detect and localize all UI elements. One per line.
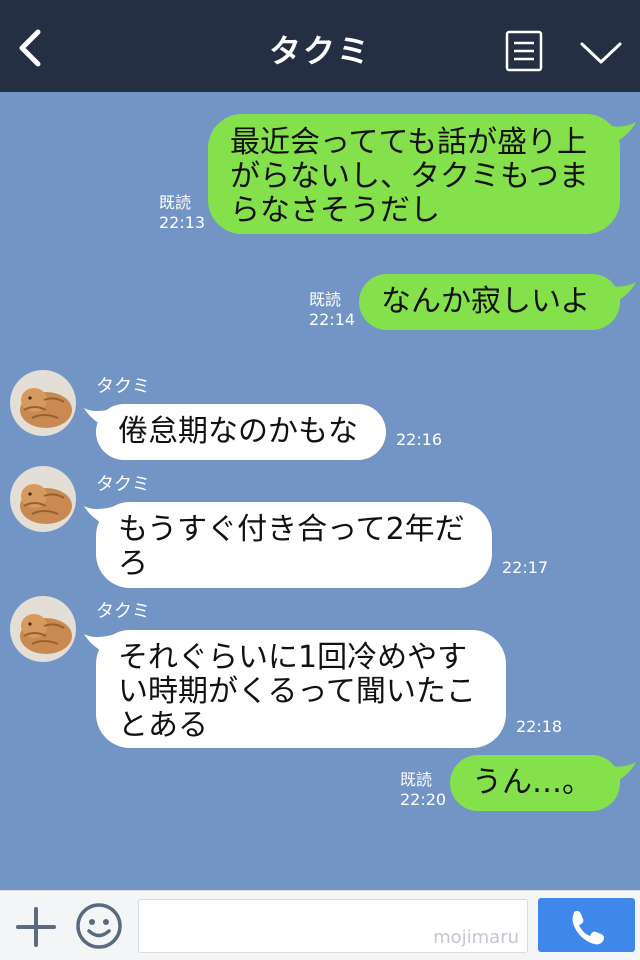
emoji-button[interactable] xyxy=(74,901,124,951)
message-bubble-received[interactable]: それぐらいに1回冷めやす い時期がくるって聞いたこ とある xyxy=(96,630,506,748)
message-line: らなさそうだし xyxy=(230,193,440,228)
cat-avatar-icon xyxy=(10,370,76,436)
phone-icon xyxy=(572,910,605,945)
call-button[interactable] xyxy=(538,898,635,952)
message-line: い時期がくるって聞いたこ xyxy=(118,674,476,709)
read-label: 既読 xyxy=(400,770,433,789)
message-time: 22:20 xyxy=(400,790,447,809)
input-bar: mojimaru xyxy=(0,890,640,960)
message-meta: 既読 22:14 xyxy=(309,290,355,330)
chat-title: タクミ xyxy=(268,32,371,70)
message-line: 最近会ってても話が盛り上 xyxy=(230,125,587,160)
message-time: 22:14 xyxy=(309,310,356,329)
message-bubble-sent[interactable]: 最近会ってても話が盛り上 がらないし、タクミもつま らなさそうだし xyxy=(208,114,620,234)
sender-name: タクミ xyxy=(96,376,150,397)
message-time: 22:18 xyxy=(516,717,563,736)
message-meta: 既読 22:13 xyxy=(159,193,205,233)
watermark: mojimaru xyxy=(433,927,519,948)
sender-name: タクミ xyxy=(96,474,150,495)
message-line: とある xyxy=(118,708,208,743)
message-line: 倦怠期なのかもな xyxy=(118,414,358,449)
message-line: それぐらいに1回冷めやす xyxy=(118,640,468,675)
message-line: ろ xyxy=(118,546,148,581)
message-bubble-sent[interactable]: なんか寂しいよ xyxy=(359,274,620,330)
message-time: 22:13 xyxy=(159,213,206,232)
cat-avatar-icon xyxy=(10,466,76,532)
plus-button[interactable] xyxy=(14,905,58,949)
message-time: 22:17 xyxy=(502,558,549,577)
chat-header: タクミ xyxy=(0,0,640,92)
message-bubble-sent[interactable]: うん…。 xyxy=(450,755,620,811)
list-icon xyxy=(505,30,543,72)
message-line: なんか寂しいよ xyxy=(381,284,591,319)
message-bubble-received[interactable]: 倦怠期なのかもな xyxy=(96,404,386,460)
read-label: 既読 xyxy=(309,290,342,309)
message-line: もうすぐ付き合って2年だ xyxy=(118,512,465,547)
avatar[interactable] xyxy=(10,596,76,662)
message-meta: 既読 22:20 xyxy=(400,770,446,810)
message-line: うん…。 xyxy=(472,765,592,800)
avatar[interactable] xyxy=(10,370,76,436)
message-line: がらないし、タクミもつま xyxy=(230,159,589,194)
message-time: 22:16 xyxy=(396,430,443,449)
chevron-down-icon xyxy=(580,42,622,64)
dropdown-button[interactable] xyxy=(578,36,624,68)
message-input[interactable]: mojimaru xyxy=(138,899,528,953)
message-bubble-received[interactable]: もうすぐ付き合って2年だ ろ xyxy=(96,502,492,588)
avatar[interactable] xyxy=(10,466,76,532)
smiley-icon xyxy=(76,903,122,949)
plus-icon xyxy=(16,907,56,947)
cat-avatar-icon xyxy=(10,596,76,662)
read-label: 既読 xyxy=(159,193,192,212)
menu-button[interactable] xyxy=(505,30,543,72)
sender-name: タクミ xyxy=(96,601,150,622)
